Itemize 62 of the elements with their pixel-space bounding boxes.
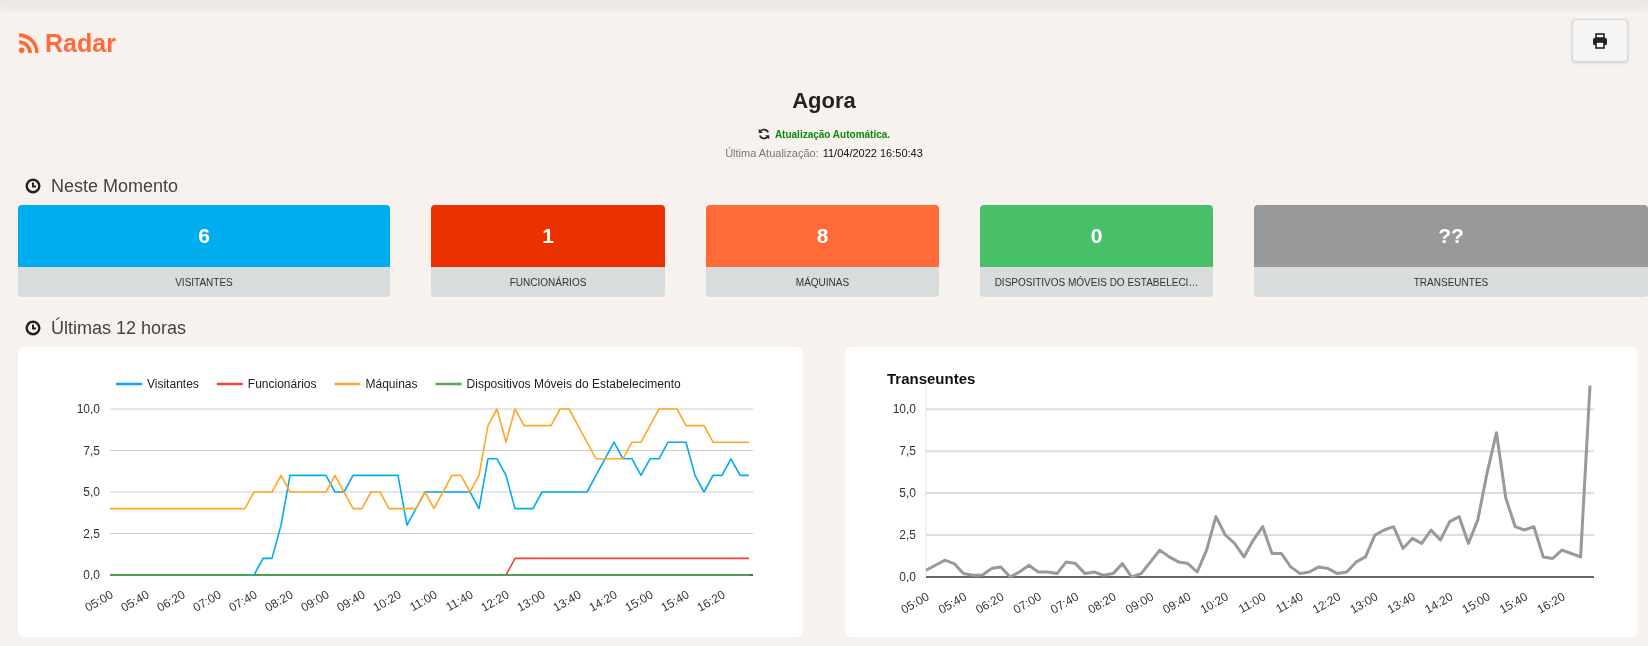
x-axis-label: 05:40	[935, 589, 969, 617]
y-axis-label: 10,0	[76, 402, 100, 416]
y-axis-label: 7,5	[83, 443, 100, 458]
legend-label: Dispositivos Móveis do Estabelecimento	[466, 377, 681, 391]
section-title: Últimas 12 horas	[51, 317, 187, 339]
rss-icon	[18, 33, 39, 54]
metric-label: VISITANTES	[18, 267, 390, 297]
printer-icon	[1592, 32, 1608, 49]
clock-icon	[25, 320, 41, 336]
x-axis-label: 06:20	[154, 587, 188, 615]
y-axis-label: 0,0	[899, 570, 916, 584]
x-axis-label: 05:00	[82, 587, 116, 615]
y-axis-label: 2,5	[83, 526, 100, 541]
legend-swatch-icon	[116, 382, 142, 386]
x-axis-label: 07:40	[1048, 589, 1082, 617]
metric-value: ??	[1254, 205, 1648, 267]
chart-title: Transeuntes	[887, 370, 976, 387]
metric-label: FUNCIONÁRIOS	[431, 267, 665, 297]
x-axis-label: 09:40	[1160, 589, 1194, 617]
y-axis-label: 5,0	[899, 486, 916, 501]
x-axis-label: 08:20	[262, 587, 296, 615]
x-axis-label: 11:40	[443, 587, 476, 615]
last-update-value: 11/04/2022 16:50:43	[822, 147, 923, 159]
page-heading: Agora	[792, 88, 856, 114]
y-axis-label: 2,5	[899, 528, 916, 543]
legend-swatch-icon	[216, 382, 243, 386]
metric-label: TRANSEUNTES	[1254, 267, 1648, 297]
print-button[interactable]	[1572, 19, 1628, 62]
x-axis-label: 09:40	[334, 587, 368, 615]
legend-label: Visitantes	[147, 377, 199, 391]
app-title: Radar	[45, 29, 116, 58]
x-axis-label: 11:00	[407, 587, 440, 615]
x-axis-label: 07:00	[190, 587, 224, 615]
clock-icon	[25, 178, 41, 194]
x-axis-label: 11:00	[1235, 589, 1269, 617]
y-axis-label: 0,0	[83, 568, 100, 582]
refresh-icon	[757, 128, 770, 140]
metric-value: 8	[706, 205, 939, 267]
x-axis-label: 05:00	[898, 589, 932, 617]
metric-value: 6	[18, 205, 390, 267]
x-axis-label: 11:40	[1273, 589, 1306, 617]
y-axis-label: 7,5	[899, 444, 916, 459]
x-axis-label: 09:00	[298, 587, 332, 615]
legend-swatch-icon	[435, 382, 462, 386]
last-update-label: Última Atualização:	[725, 147, 819, 159]
x-axis-label: 07:00	[1010, 589, 1044, 617]
auto-update-label: Atualização Automática.	[774, 128, 891, 140]
legend-label: Máquinas	[365, 377, 418, 391]
x-axis-label: 09:00	[1122, 589, 1156, 617]
metric-label: MÁQUINAS	[706, 267, 939, 297]
legend-label: Funcionários	[247, 377, 317, 391]
x-axis-label: 07:40	[226, 587, 260, 615]
y-axis-label: 10,0	[892, 402, 916, 417]
legend-swatch-icon	[334, 382, 361, 386]
metric-value: 1	[431, 205, 665, 267]
metric-label: DISPOSITIVOS MÓVEIS DO ESTABELECI…	[980, 267, 1213, 297]
x-axis-label: 06:20	[973, 589, 1007, 617]
y-axis-label: 5,0	[83, 485, 100, 499]
section-title: Neste Momento	[51, 175, 179, 197]
x-axis-label: 05:40	[118, 587, 152, 615]
x-axis-label: 08:20	[1085, 589, 1119, 617]
metric-value: 0	[980, 205, 1213, 267]
